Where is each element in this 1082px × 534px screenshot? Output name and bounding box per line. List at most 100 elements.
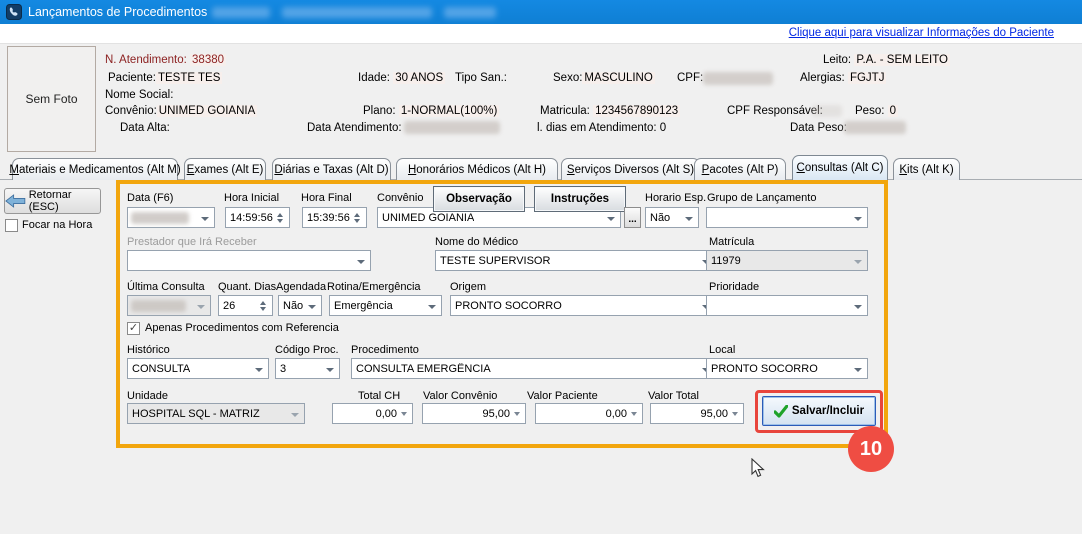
convenio-browse-button[interactable]: ... (624, 207, 641, 228)
data-peso-label: Data Peso: (790, 122, 847, 134)
dropdown-arrow-icon (291, 413, 299, 421)
alergias-field: Alergias: FGJTJ (800, 72, 886, 84)
codigo-proc-label: Código Proc. (275, 344, 339, 356)
spinner-control[interactable] (350, 209, 364, 226)
valor-paciente-label: Valor Paciente (527, 390, 598, 402)
cpf-field: CPF: (677, 72, 703, 84)
check-icon (774, 405, 788, 418)
hora-final-value: 15:39:56 (307, 212, 350, 224)
unidade-combo[interactable]: HOSPITAL SQL - MATRIZ (127, 403, 305, 424)
tab-kits[interactable]: Kits (Alt K) (893, 158, 960, 180)
instrucoes-button[interactable]: Instruções (534, 186, 626, 212)
procedimento-combo[interactable]: CONSULTA EMERGÊNCIA (351, 358, 716, 379)
redacted-title-text (212, 7, 270, 18)
data-f6-combo[interactable] (127, 207, 215, 228)
spin-up-icon (260, 298, 266, 305)
dropdown-arrow-icon (255, 368, 263, 376)
tab-servicos-diversos[interactable]: Serviços Diversos (Alt S) (561, 158, 700, 180)
paciente-value: TESTE TES (156, 72, 222, 84)
tipo-san-label: Tipo San.: (455, 72, 507, 84)
salvar-incluir-button[interactable]: Salvar/Incluir (762, 396, 876, 426)
cpf-resp-field: CPF Responsável: (727, 105, 823, 117)
grupo-lancamento-combo[interactable] (706, 207, 868, 228)
dropdown-arrow-icon (401, 412, 407, 419)
spinner-control[interactable] (256, 297, 270, 314)
agendada-combo[interactable]: Não (278, 295, 322, 316)
alergias-label: Alergias: (800, 72, 845, 84)
valor-paciente-field[interactable]: 0,00 (535, 403, 643, 424)
historico-combo[interactable]: CONSULTA (127, 358, 269, 379)
hora-inicial-spinner[interactable]: 14:59:56 (225, 207, 290, 228)
redacted-ultima-consulta-value (131, 300, 186, 312)
valor-paciente-value: 0,00 (606, 408, 627, 420)
valor-total-field[interactable]: 95,00 (650, 403, 744, 424)
nome-medico-combo[interactable]: TESTE SUPERVISOR (435, 250, 716, 271)
dropdown-arrow-icon (197, 305, 205, 313)
valor-total-label: Valor Total (648, 390, 699, 402)
peso-label: Peso: (855, 105, 884, 117)
spin-up-icon (277, 210, 283, 217)
redacted-data-value (131, 212, 189, 224)
rotina-emergencia-combo[interactable]: Emergência (329, 295, 442, 316)
redacted-title-text (282, 7, 432, 18)
hora-inicial-label: Hora Inicial (224, 192, 279, 204)
convenio-form-label: Convênio (377, 192, 423, 204)
origem-combo[interactable]: PRONTO SOCORRO (450, 295, 716, 316)
dias-atendimento-field: l. dias em Atendimento: 0 (537, 122, 666, 134)
apenas-referencia-checkbox[interactable]: ✓ (127, 322, 140, 335)
unidade-value: HOSPITAL SQL - MATRIZ (132, 408, 260, 420)
tab-exames[interactable]: Exames (Alt E) (184, 158, 266, 180)
valor-convenio-label: Valor Convênio (423, 390, 497, 402)
hora-final-spinner[interactable]: 15:39:56 (302, 207, 367, 228)
tab-materiais-medicamentos[interactable]: Materiais e Medicamentos (Alt M) (12, 158, 178, 180)
dropdown-arrow-icon (854, 217, 862, 225)
data-f6-label: Data (F6) (127, 192, 173, 204)
focar-checkbox[interactable] (5, 219, 18, 232)
matricula-form-label: Matrícula (709, 236, 754, 248)
atendimento-field: N. Atendimento: 38380 (105, 54, 226, 66)
spin-up-icon (354, 210, 360, 217)
atendimento-value: 38380 (190, 54, 226, 66)
convenio-label: Convênio: (105, 105, 157, 117)
dias-atendimento-value: 0 (660, 122, 666, 134)
local-combo[interactable]: PRONTO SOCORRO (706, 358, 868, 379)
spin-down-icon (277, 219, 283, 226)
header-link-row: Clique aqui para visualizar Informações … (0, 24, 1082, 44)
valor-convenio-field[interactable]: 95,00 (422, 403, 526, 424)
patient-info-link[interactable]: Clique aqui para visualizar Informações … (789, 27, 1054, 39)
spin-down-icon (354, 219, 360, 226)
cpf-resp-label: CPF Responsável: (727, 105, 823, 117)
photo-placeholder-label: Sem Foto (25, 92, 77, 106)
codigo-proc-combo[interactable]: 3 (275, 358, 340, 379)
local-label: Local (709, 344, 735, 356)
alergias-value: FGJTJ (848, 72, 887, 84)
prestador-combo[interactable] (127, 250, 371, 271)
tab-pacotes[interactable]: Pacotes (Alt P) (694, 158, 786, 180)
hora-final-label: Hora Final (301, 192, 352, 204)
paciente-field: Paciente:TESTE TES (108, 72, 222, 84)
horario-esp-combo[interactable]: Não (645, 207, 699, 228)
matricula-combo[interactable]: 11979 (706, 250, 868, 271)
agendada-value: Não (283, 300, 303, 312)
window-title: Lançamentos de Procedimentos (28, 5, 207, 19)
focar-label: Focar na Hora (22, 219, 92, 231)
dropdown-arrow-icon (854, 305, 862, 313)
tab-honorarios-medicos[interactable]: Honorários Médicos (Alt H) (396, 158, 558, 180)
ultima-consulta-combo[interactable] (127, 295, 211, 316)
total-ch-field[interactable]: 0,00 (332, 403, 413, 424)
spinner-control[interactable] (273, 209, 287, 226)
prioridade-combo[interactable] (706, 295, 868, 316)
tab-consultas[interactable]: Consultas (Alt C) (792, 155, 888, 180)
title-bar: Lançamentos de Procedimentos (0, 0, 1082, 24)
data-atendimento-field: Data Atendimento: (307, 122, 402, 134)
observacao-button[interactable]: Observação (433, 186, 525, 212)
data-alta-label: Data Alta: (120, 122, 170, 134)
leito-label: Leito: (823, 54, 851, 66)
quant-dias-spinner[interactable]: 26 (218, 295, 273, 316)
prioridade-label: Prioridade (709, 281, 759, 293)
photo-placeholder: Sem Foto (7, 46, 96, 152)
tab-diarias-taxas[interactable]: Diárias e Taxas (Alt D) (272, 158, 391, 180)
retornar-button[interactable]: Retornar (ESC) (4, 188, 101, 214)
valor-convenio-value: 95,00 (482, 408, 510, 420)
plano-value: 1-NORMAL(100%) (399, 105, 500, 117)
